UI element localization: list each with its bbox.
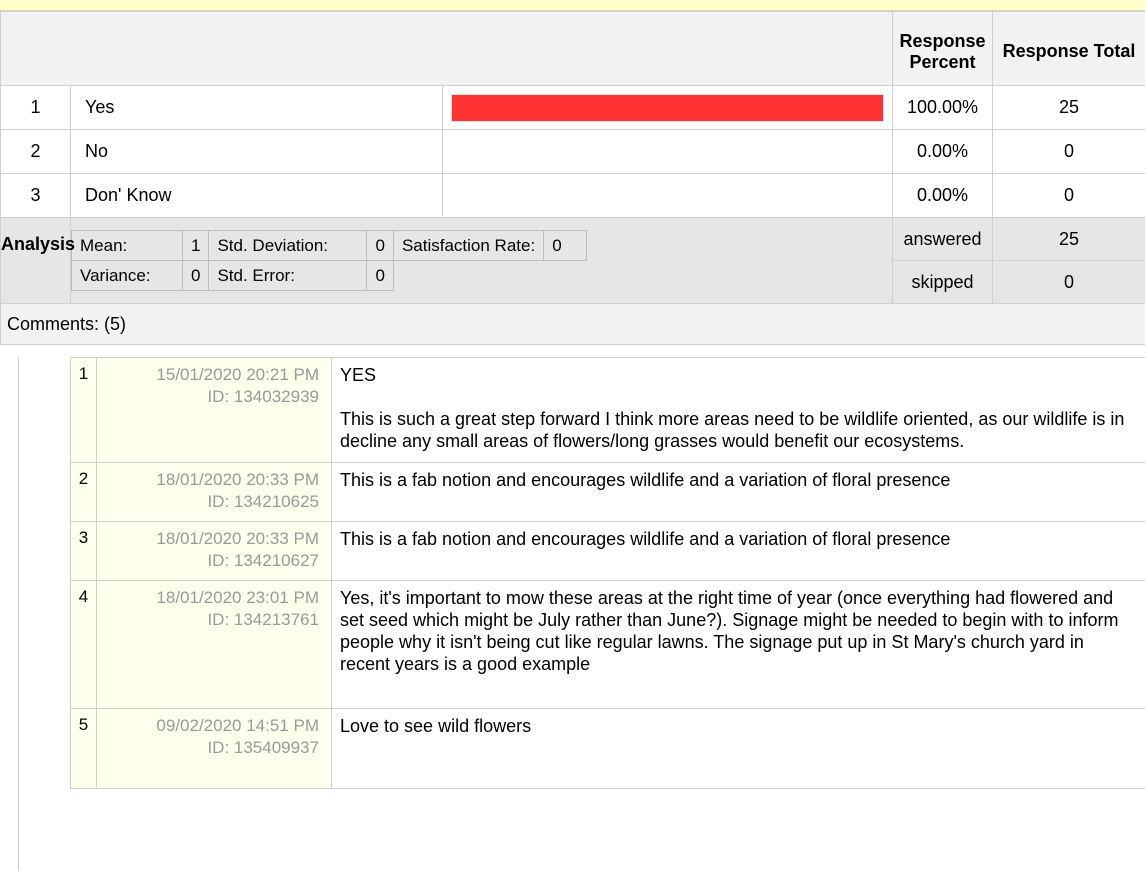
satisfaction-rate-label: Satisfaction Rate: [392,230,545,261]
answer-bar-cell [441,85,894,130]
comment-id: ID: 134210627 [207,551,319,570]
comment-paragraph: This is such a great step forward I thin… [340,409,1125,451]
answer-number: 3 [0,173,71,218]
comment-row: 5 09/02/2020 14:51 PM ID: 135409937 Love… [70,708,1145,789]
answer-percent: 0.00% [892,129,994,174]
comment-date: 09/02/2020 14:51 PM [156,716,319,735]
analysis-stats: Mean: 1 Std. Deviation: 0 Satisfaction R… [69,217,894,304]
comment-paragraph: This is a fab notion and encourages wild… [340,529,951,549]
comment-text: Yes, it's important to mow these areas a… [331,580,1145,709]
comments-header: Comments: (5) [0,303,1145,345]
comment-number: 4 [70,580,97,709]
satisfaction-rate-value: 0 [543,230,588,261]
comment-number: 3 [70,521,97,581]
comment-id: ID: 134213761 [207,610,319,629]
response-percent-header: Response Percent [892,11,994,86]
stats-empty [393,260,544,291]
variance-value: 0 [181,260,210,291]
analysis-row: Analysis Mean: 1 Std. Deviation: 0 Satis… [0,217,1145,304]
stats-grid: Mean: 1 Std. Deviation: 0 Satisfaction R… [71,230,588,291]
answer-row: 3 Don' Know 0.00% 0 [0,173,1145,218]
answer-total: 0 [992,129,1145,174]
comment-meta: 15/01/2020 20:21 PM ID: 134032939 [96,357,332,463]
answered-label: answered [892,217,994,261]
skipped-count: 0 [992,260,1145,304]
answer-bar-cell [441,173,894,218]
header-blank [0,11,894,86]
comments-left-border [18,357,19,871]
stats-empty [543,260,587,291]
comment-row: 2 18/01/2020 20:33 PM ID: 134210625 This… [70,462,1145,522]
answer-total: 25 [992,85,1145,130]
comment-row: 3 18/01/2020 20:33 PM ID: 134210627 This… [70,521,1145,581]
mean-value: 1 [181,230,210,261]
comment-text: This is a fab notion and encourages wild… [331,462,1145,522]
comments-list: 1 15/01/2020 20:21 PM ID: 134032939 YES … [70,357,1145,789]
comment-number: 2 [70,462,97,522]
comment-date: 15/01/2020 20:21 PM [156,365,319,384]
mean-label: Mean: [71,230,183,261]
answer-number: 1 [0,85,71,130]
response-table: Response Percent Response Total 1 Yes 10… [0,11,1145,345]
analysis-label: Analysis [0,217,75,304]
answer-row: 1 Yes 100.00% 25 [0,85,1145,130]
std-deviation-value: 0 [366,230,394,261]
comment-meta: 09/02/2020 14:51 PM ID: 135409937 [96,708,332,789]
comment-paragraph: YES [340,365,377,385]
comment-number: 5 [70,708,97,789]
comment-text: YES This is such a great step forward I … [331,357,1145,463]
comment-paragraph: Love to see wild flowers [340,716,532,736]
table-header-row: Response Percent Response Total [0,11,1145,86]
answer-percent: 100.00% [892,85,994,130]
std-error-label: Std. Error: [208,260,368,291]
answer-number: 2 [0,129,71,174]
comment-number: 1 [70,357,97,463]
comment-id: ID: 134032939 [207,387,319,406]
answer-total: 0 [992,173,1145,218]
skipped-label: skipped [892,260,994,304]
comment-date: 18/01/2020 20:33 PM [156,470,319,489]
comment-meta: 18/01/2020 23:01 PM ID: 134213761 [96,580,332,709]
variance-label: Variance: [71,260,183,291]
comment-meta: 18/01/2020 20:33 PM ID: 134210625 [96,462,332,522]
comment-paragraph: Yes, it's important to mow these areas a… [340,588,1119,674]
comment-date: 18/01/2020 20:33 PM [156,529,319,548]
comment-id: ID: 134210625 [207,492,319,511]
answer-bar [451,93,885,122]
answer-label: Yes [70,85,443,130]
comment-row: 1 15/01/2020 20:21 PM ID: 134032939 YES … [70,357,1145,463]
comment-meta: 18/01/2020 20:33 PM ID: 134210627 [96,521,332,581]
std-error-value: 0 [366,260,394,291]
answered-count: 25 [992,217,1145,261]
answer-percent: 0.00% [892,173,994,218]
comment-paragraph: This is a fab notion and encourages wild… [340,470,951,490]
comment-text: This is a fab notion and encourages wild… [331,521,1145,581]
comment-row: 4 18/01/2020 23:01 PM ID: 134213761 Yes,… [70,580,1145,709]
comment-text: Love to see wild flowers [331,708,1145,789]
answer-label: No [70,129,443,174]
comment-date: 18/01/2020 23:01 PM [156,588,319,607]
top-band [0,0,1145,11]
answer-bar-cell [441,129,894,174]
answer-label: Don' Know [70,173,443,218]
response-total-header: Response Total [992,11,1145,86]
std-deviation-label: Std. Deviation: [208,230,368,261]
answer-row: 2 No 0.00% 0 [0,129,1145,174]
comments-header-row: Comments: (5) [0,303,1145,345]
comment-id: ID: 135409937 [207,738,319,757]
